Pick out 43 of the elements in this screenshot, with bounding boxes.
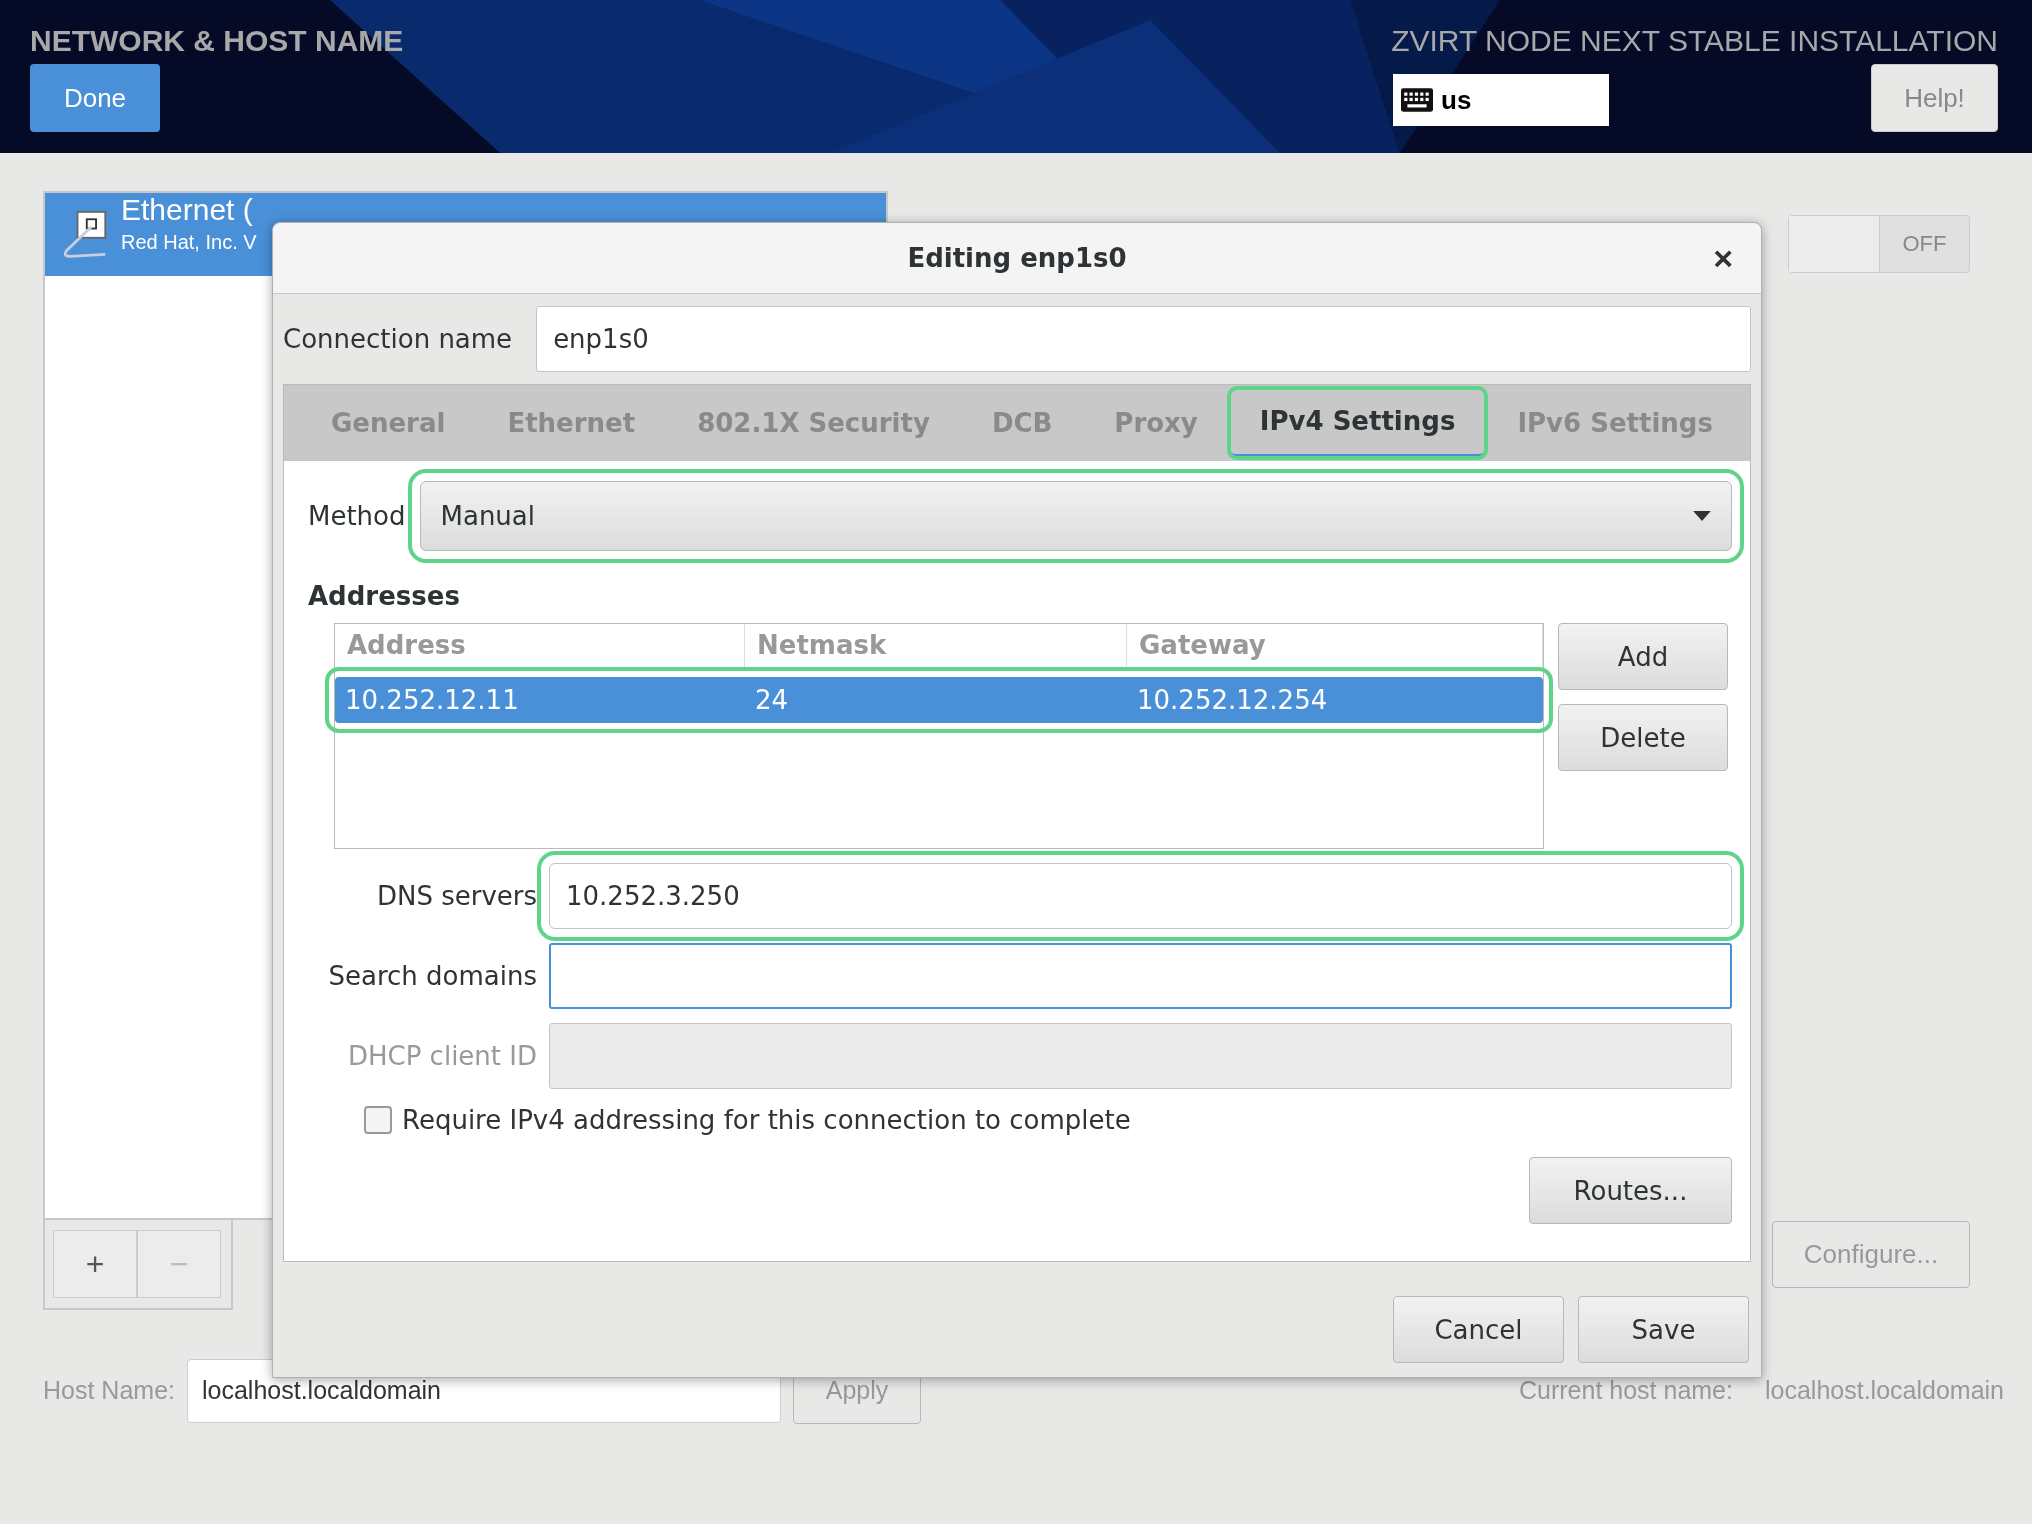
keyboard-icon [1401,88,1433,112]
search-domains-label: Search domains [327,961,537,991]
device-toggle[interactable]: OFF [1788,215,1970,273]
require-ipv4-label: Require IPv4 addressing for this connection to complete [402,1105,1131,1135]
device-name: Ethernet ( [121,193,254,227]
page-title: NETWORK & HOST NAME [30,24,404,58]
tab[interactable]: DCB [960,390,1084,456]
addresses-heading: Addresses [308,581,461,611]
delete-button[interactable]: Delete [1558,704,1728,771]
close-button[interactable]: × [1707,239,1739,277]
tab[interactable]: Proxy [1083,390,1229,456]
help-button[interactable]: Help! [1871,64,1998,132]
dhcp-client-id-label: DHCP client ID [346,1041,537,1071]
column-header[interactable]: Address [335,624,745,670]
column-header[interactable]: Gateway [1127,624,1543,670]
keyboard-layout-indicator[interactable]: us [1393,74,1609,126]
device-vendor: Red Hat, Inc. V [121,231,257,254]
current-host-name-label: Current host name: [1518,1376,1733,1405]
checkbox[interactable] [364,1106,392,1134]
connection-name-label: Connection name [283,324,513,354]
add-device-button[interactable]: + [53,1230,137,1298]
dialog-title: Editing enp1s0 [907,243,1127,273]
column-header[interactable]: Netmask [745,624,1127,670]
cancel-button[interactable]: Cancel [1393,1296,1564,1363]
tab[interactable]: 802.1X Security [666,390,961,456]
tab[interactable]: IPv4 Settings [1228,388,1487,458]
tab[interactable]: General [300,390,477,456]
search-domains-field[interactable] [549,943,1732,1009]
configure-button[interactable]: Configure... [1772,1221,1970,1288]
tab[interactable]: IPv6 Settings [1486,390,1744,456]
keyboard-layout-label: us [1441,84,1472,116]
save-button[interactable]: Save [1578,1296,1749,1363]
add-button[interactable]: Add [1558,623,1728,690]
current-host-name: localhost.localdomain [1764,1376,2004,1405]
method-label: Method [308,501,406,531]
host-name-label: Host Name: [43,1376,175,1405]
dns-servers-label: DNS servers [375,881,537,911]
caret-icon [1693,510,1711,522]
done-button[interactable]: Done [30,64,160,132]
routes-button[interactable]: Routes... [1529,1157,1732,1224]
connection-name-field[interactable]: enp1s0 [536,306,1751,372]
product-title: ZVIRT NODE NEXT STABLE INSTALLATION [1391,24,1998,58]
tab[interactable]: Ethernet [476,390,667,456]
